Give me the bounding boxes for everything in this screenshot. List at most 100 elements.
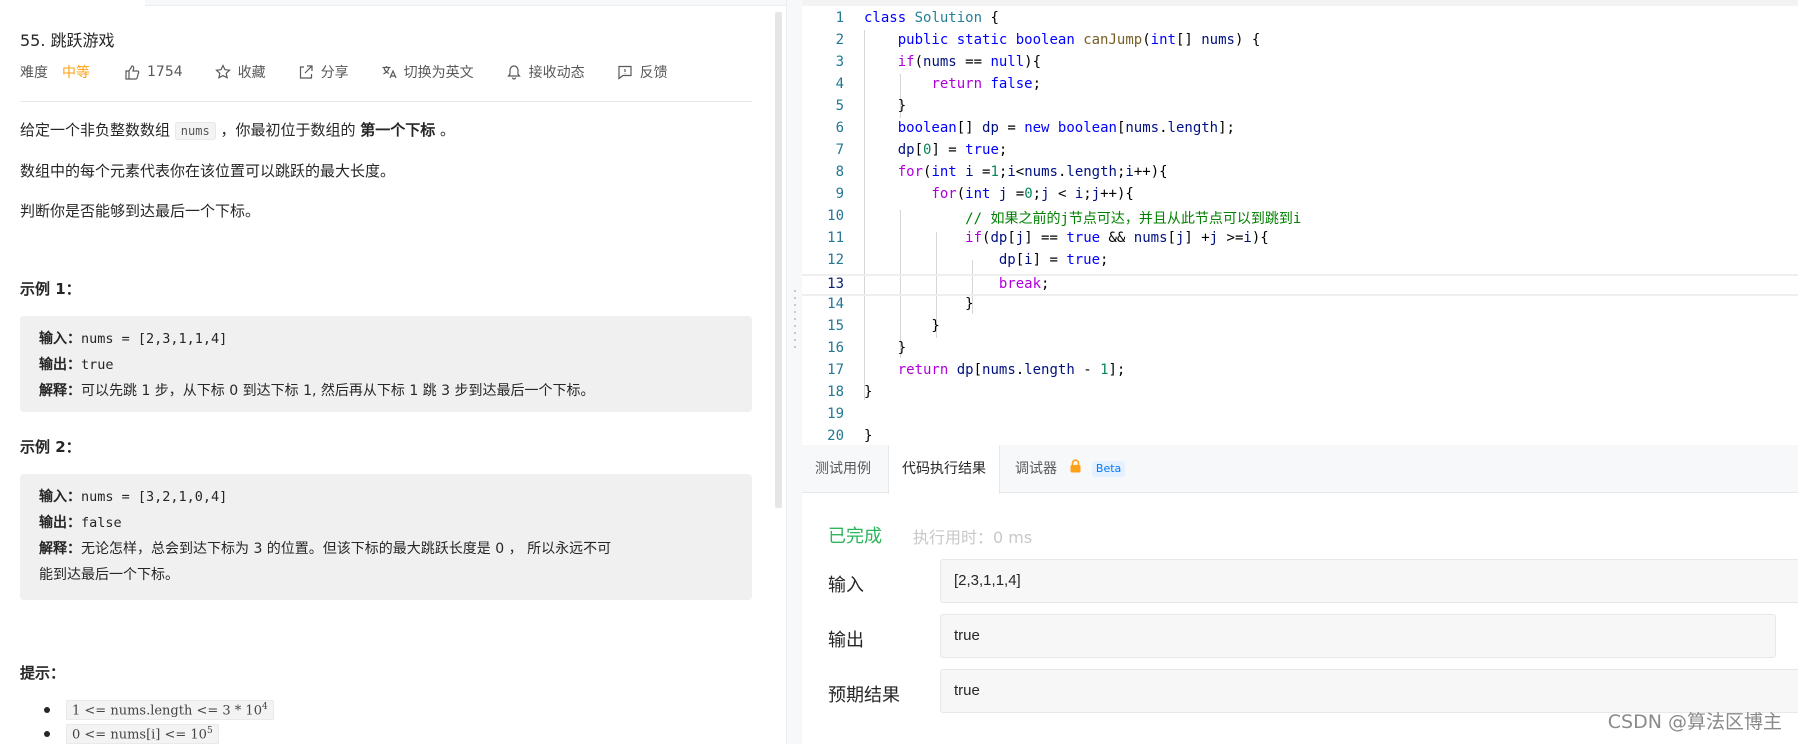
constraint-exponent: 5 xyxy=(206,726,213,736)
desc-text: 给定一个非负整数数组 xyxy=(20,121,175,139)
like-button[interactable]: 1754 xyxy=(124,64,183,80)
favorite-label: 收藏 xyxy=(237,65,266,81)
input-label: 输入： xyxy=(39,331,81,347)
watermark: CSDN @算法区博主 xyxy=(1607,711,1782,733)
example-1-title: 示例 1： xyxy=(20,280,81,298)
input-value: nums = [3,2,1,0,4] xyxy=(81,489,228,505)
line-number: 11 xyxy=(827,230,844,246)
input-label: 输入： xyxy=(39,489,81,505)
panel-splitter[interactable] xyxy=(775,0,802,744)
line-number: 15 xyxy=(827,318,844,334)
line-source: } xyxy=(864,384,873,400)
feedback-button[interactable]: 反馈 xyxy=(617,62,668,82)
execution-time: 执行用时：0 ms xyxy=(913,528,1033,547)
code-line: 19 xyxy=(802,406,1798,428)
switch-language-button[interactable]: 切换为英文 xyxy=(381,62,474,82)
editor-top-border xyxy=(802,0,1798,6)
input-value-box[interactable]: [2,3,1,1,4] xyxy=(940,559,1798,603)
desc-text: ，你最初位于数组的 xyxy=(215,121,361,139)
tab-run-result[interactable]: 代码执行结果 xyxy=(888,445,1000,494)
line-number: 17 xyxy=(827,362,844,378)
feedback-icon xyxy=(618,65,632,80)
difficulty-badge: 中等 xyxy=(62,65,90,81)
problem-title: 55. 跳跃游戏 xyxy=(20,31,115,50)
beta-badge: Beta xyxy=(1091,461,1126,477)
share-icon xyxy=(299,65,313,79)
line-source: if(nums == null){ xyxy=(897,54,1042,70)
translate-icon xyxy=(382,66,397,79)
meta-divider xyxy=(20,101,752,102)
expected-label: 预期结果 xyxy=(828,685,900,706)
bell-icon xyxy=(506,65,521,80)
star-icon xyxy=(214,64,231,79)
problem-meta-bar: 难度 中等 1754 收藏 分享 切换为英文 接收动态 反馈 xyxy=(20,62,760,82)
code-line: 15 } xyxy=(802,318,1798,340)
lock-icon xyxy=(1069,445,1082,493)
line-number: 18 xyxy=(827,384,844,400)
feedback-label: 反馈 xyxy=(639,65,668,81)
code-line: 6 boolean[] dp = new boolean[nums.length… xyxy=(802,120,1798,142)
code-line-current: 13 break; xyxy=(802,274,1798,296)
description-paragraph-1: 给定一个非负整数数组 nums ，你最初位于数组的 第一个下标 。 xyxy=(20,119,455,140)
constraint-code: 0 <= nums[i] <= 105 xyxy=(66,724,219,744)
run-status: 已完成 xyxy=(828,526,882,547)
bullet xyxy=(44,731,50,738)
example-1-box: 输入：nums = [2,3,1,1,4] 输出：true 解释：可以先跳 1 … xyxy=(20,316,752,412)
line-source: for(int j =0;j < i;j++){ xyxy=(931,186,1134,202)
debugger-label: 调试器 xyxy=(1015,461,1057,477)
explain-text: 可以先跳 1 步，从下标 0 到达下标 1, 然后再从下标 1 跳 3 步到达最… xyxy=(81,383,595,399)
results-tab-bar: 测试用例 代码执行结果 调试器 Beta xyxy=(802,445,1798,494)
line-source: for(int i =1;i<nums.length;i++){ xyxy=(897,164,1168,180)
like-count: 1754 xyxy=(147,64,183,80)
example-1-output: 输出：true xyxy=(39,354,114,374)
line-number: 6 xyxy=(835,120,844,136)
output-value: false xyxy=(81,515,122,531)
description-paragraph-2: 数组中的每个元素代表你在该位置可以跳跃的最大长度。 xyxy=(20,162,396,180)
example-2-explanation-cont: 能到达最后一个下标。 xyxy=(39,567,179,583)
example-2-box: 输入：nums = [3,2,1,0,4] 输出：false 解释：无论怎样，总… xyxy=(20,474,752,600)
line-source: dp[i] = true; xyxy=(998,252,1109,268)
output-label: 输出： xyxy=(39,515,81,531)
line-source: } xyxy=(864,98,907,114)
tab-testcases[interactable]: 测试用例 xyxy=(802,445,884,493)
explain-label: 解释： xyxy=(39,541,81,557)
line-number: 13 xyxy=(827,276,844,292)
output-value-box[interactable]: true xyxy=(940,614,1776,658)
example-2-explanation: 解释：无论怎样，总会到达下标为 3 的位置。但该下标的最大跳跃长度是 0 ， 所… xyxy=(39,538,611,558)
notify-button[interactable]: 接收动态 xyxy=(506,62,585,82)
problem-panel: 55. 跳跃游戏 难度 中等 1754 收藏 分享 切换为英文 接收动态 反馈 xyxy=(0,0,786,744)
example-1-input: 输入：nums = [2,3,1,1,4] xyxy=(39,328,227,348)
left-scrollbar-thumb[interactable] xyxy=(775,12,782,508)
output-label: 输出： xyxy=(39,357,81,373)
left-tab-strip xyxy=(0,0,786,6)
desc-text: 。 xyxy=(435,121,456,139)
code-editor[interactable]: 1 class Solution { 2 public static boolea… xyxy=(802,0,1798,445)
difficulty-label: 难度 xyxy=(20,65,48,81)
code-line: 1 class Solution { xyxy=(802,10,1798,32)
example-2-output: 输出：false xyxy=(39,512,122,532)
constraint-item: 0 <= nums[i] <= 105 xyxy=(44,724,219,744)
line-source: } xyxy=(864,428,873,444)
input-value: nums = [2,3,1,1,4] xyxy=(81,331,228,347)
code-line: 2 public static boolean canJump(int[] nu… xyxy=(802,32,1798,54)
line-source: break; xyxy=(998,276,1050,292)
favorite-button[interactable]: 收藏 xyxy=(214,62,266,82)
line-number: 7 xyxy=(835,142,844,158)
line-source: dp[0] = true; xyxy=(897,142,1008,158)
line-source: return false; xyxy=(931,76,1042,92)
line-number: 3 xyxy=(835,54,844,70)
explain-label: 解释： xyxy=(39,383,81,399)
code-line: 11 if(dp[j] == true && nums[j] +j >=i){ xyxy=(802,230,1798,252)
share-button[interactable]: 分享 xyxy=(298,62,349,82)
splitter-grip-handle[interactable] xyxy=(794,290,796,348)
notify-label: 接收动态 xyxy=(528,65,585,81)
thumbs-up-icon xyxy=(125,65,140,80)
constraint-item: 1 <= nums.length <= 3 * 104 xyxy=(44,700,274,721)
bullet xyxy=(44,707,50,714)
example-2-input: 输入：nums = [3,2,1,0,4] xyxy=(39,486,227,506)
code-line: 4 return false; xyxy=(802,76,1798,98)
code-line: 17 return dp[nums.length - 1]; xyxy=(802,362,1798,384)
line-number: 2 xyxy=(835,32,844,48)
code-line: 5 } xyxy=(802,98,1798,120)
tab-debugger[interactable]: 调试器 Beta xyxy=(1002,445,1138,493)
